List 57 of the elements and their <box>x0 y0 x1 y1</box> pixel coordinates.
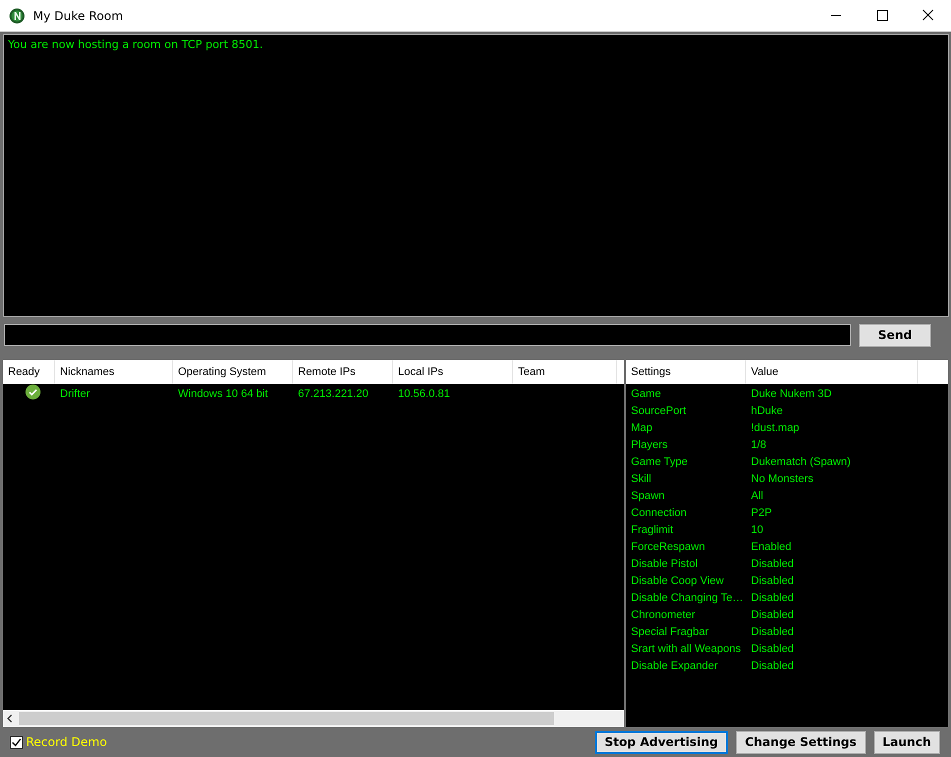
setting-name: SourcePort <box>630 404 688 416</box>
setting-value: Disabled <box>750 642 795 654</box>
setting-name: Players <box>630 438 669 450</box>
setting-value: Disabled <box>750 558 795 570</box>
setting-name: Chronometer <box>630 608 696 620</box>
table-cell-text: Drifter <box>59 388 91 400</box>
setting-name: Fraglimit <box>630 524 674 536</box>
setting-name: Game <box>630 388 662 400</box>
column-header[interactable]: Settings <box>626 360 746 384</box>
window-title: My Duke Room <box>33 8 124 22</box>
column-header[interactable]: Nicknames <box>55 360 173 384</box>
setting-value: Dukematch (Spawn) <box>750 456 852 468</box>
setting-name: Special Fragbar <box>630 626 710 638</box>
setting-value: Disabled <box>750 574 795 586</box>
column-header[interactable]: Ready <box>3 360 55 384</box>
setting-name: Disable Pistol <box>630 558 699 570</box>
column-header[interactable]: Value <box>746 360 918 384</box>
action-button[interactable]: Stop Advertising <box>594 730 728 754</box>
setting-name: Skill <box>630 472 652 484</box>
action-button[interactable]: Change Settings <box>736 730 866 754</box>
horizontal-scrollbar[interactable] <box>3 710 624 727</box>
setting-value: Enabled <box>750 540 792 552</box>
table-cell-text: 67.213.221.20 <box>297 388 370 400</box>
setting-value: Disabled <box>750 592 795 604</box>
column-header[interactable]: Local IPs <box>393 360 513 384</box>
setting-value: Duke Nukem 3D <box>750 388 833 400</box>
setting-name: Spawn <box>630 490 666 502</box>
setting-name: Game Type <box>630 456 689 468</box>
column-header[interactable]: Team <box>513 360 617 384</box>
setting-value: No Monsters <box>750 472 814 484</box>
app-logo-icon <box>9 8 25 24</box>
setting-value: Disabled <box>750 660 795 672</box>
setting-name: Disable Changing Te… <box>630 592 744 604</box>
setting-value: hDuke <box>750 404 784 416</box>
action-button[interactable]: Launch <box>874 730 940 754</box>
setting-name: Disable Coop View <box>630 574 725 586</box>
setting-name: Srart with all Weapons <box>630 642 742 654</box>
setting-value: P2P <box>750 506 773 518</box>
setting-value: All <box>750 490 764 502</box>
setting-name: ForceRespawn <box>630 540 706 552</box>
setting-value: !dust.map <box>750 422 800 434</box>
setting-name: Connection <box>630 506 688 518</box>
setting-name: Disable Expander <box>630 660 719 672</box>
setting-name: Map <box>630 422 654 434</box>
record-demo-checkbox[interactable] <box>10 736 23 748</box>
checkbox-label[interactable]: Record Demo <box>26 735 107 749</box>
log-message: You are now hosting a room on TCP port 8501. <box>8 38 264 51</box>
column-header[interactable]: Operating System <box>173 360 293 384</box>
column-header[interactable]: Remote IPs <box>293 360 393 384</box>
chat-input-field[interactable] <box>4 324 851 346</box>
setting-value: 10 <box>750 524 764 536</box>
table-cell-text: 10.56.0.81 <box>397 388 451 400</box>
setting-value: 1/8 <box>750 438 768 450</box>
table-cell-text: Windows 10 64 bit <box>177 388 269 400</box>
setting-value: Disabled <box>750 608 795 620</box>
setting-value: Disabled <box>750 626 795 638</box>
send-button[interactable]: Send <box>859 324 931 346</box>
